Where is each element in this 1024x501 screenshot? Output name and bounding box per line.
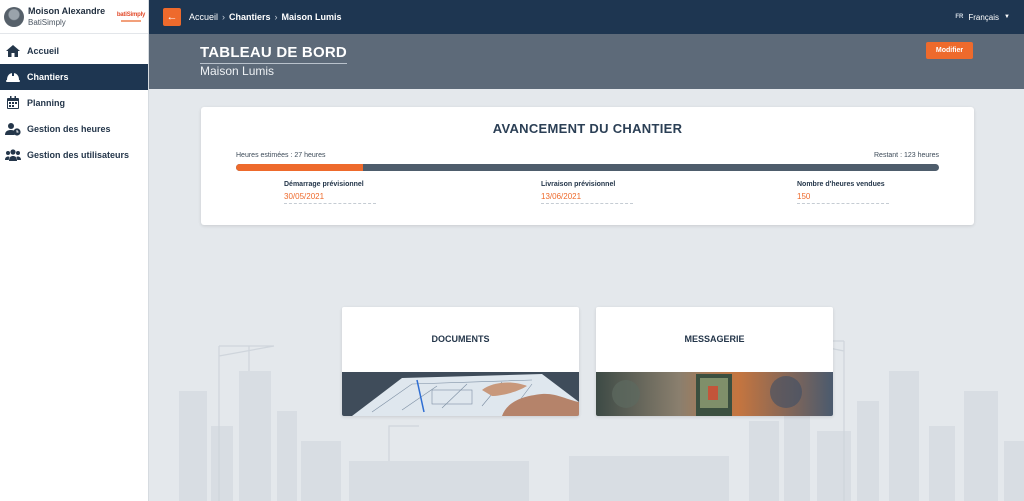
messagerie-card-title: MESSAGERIE <box>684 334 745 344</box>
home-icon <box>4 44 22 58</box>
language-label: Français <box>968 12 1000 22</box>
sidebar-item-label: Gestion des heures <box>27 124 111 134</box>
breadcrumb-chantiers[interactable]: Chantiers <box>229 12 271 22</box>
sidebar-item-gestion-heures[interactable]: Gestion des heures <box>0 116 148 142</box>
field-label: Livraison prévisionnel <box>541 181 616 188</box>
page-title: TABLEAU DE BORD <box>200 44 347 64</box>
sidebar-item-gestion-utilisateurs[interactable]: Gestion des utilisateurs <box>0 142 148 168</box>
field-value: 30/05/2021 <box>284 192 376 204</box>
field-value: 13/06/2021 <box>541 192 633 204</box>
breadcrumb-current: Maison Lumis <box>281 12 342 22</box>
progress-bar-fill <box>236 164 363 171</box>
remaining-hours: Restant : 123 heures <box>874 152 939 159</box>
estimated-hours: Heures estimées : 27 heures <box>236 152 326 159</box>
documents-card[interactable]: DOCUMENTS <box>342 307 579 416</box>
messagerie-card[interactable]: MESSAGERIE <box>596 307 833 416</box>
user-clock-icon <box>4 122 22 136</box>
sidebar: Moison Alexandre BatiSimply batiSimply A… <box>0 0 149 501</box>
arrow-left-icon: ← <box>166 11 178 23</box>
sidebar-item-planning[interactable]: Planning <box>0 90 148 116</box>
back-button[interactable]: ← <box>163 8 181 26</box>
blueprint-photo <box>342 372 579 416</box>
sidebar-item-label: Planning <box>27 98 65 108</box>
field-label: Nombre d'heures vendues <box>797 181 885 188</box>
hard-hat-icon <box>4 70 22 84</box>
chevron-right-icon: › <box>222 12 226 22</box>
sidebar-item-label: Gestion des utilisateurs <box>27 150 130 160</box>
language-selector[interactable]: FR Français ▼ <box>955 13 1010 22</box>
progress-bar <box>236 164 939 171</box>
field-start-date: Démarrage prévisionnel 30/05/2021 <box>284 181 376 204</box>
topbar: ← Accueil › Chantiers › Maison Lumis FR … <box>149 0 1024 34</box>
user-profile[interactable]: Moison Alexandre BatiSimply batiSimply <box>0 0 148 34</box>
progress-card: AVANCEMENT DU CHANTIER Heures estimées :… <box>201 107 974 225</box>
page-subtitle: Maison Lumis <box>200 64 275 78</box>
chevron-right-icon: › <box>274 12 278 22</box>
sidebar-item-accueil[interactable]: Accueil <box>0 38 148 64</box>
field-value: 150 <box>797 192 889 204</box>
language-code: FR <box>955 14 964 20</box>
field-label: Démarrage prévisionnel <box>284 181 364 188</box>
user-company: BatiSimply <box>28 17 66 27</box>
calendar-icon <box>4 96 22 110</box>
sidebar-item-label: Chantiers <box>27 72 69 82</box>
messaging-photo <box>596 372 833 416</box>
caret-down-icon: ▼ <box>1004 14 1010 20</box>
user-name: Moison Alexandre <box>28 5 106 16</box>
sidebar-item-chantiers[interactable]: Chantiers <box>0 64 148 90</box>
company-logo: batiSimply <box>116 5 146 29</box>
progress-title: AVANCEMENT DU CHANTIER <box>492 121 683 136</box>
page-header: TABLEAU DE BORD Maison Lumis Modifier <box>149 34 1024 89</box>
company-logo-text: batiSimply <box>116 11 146 18</box>
user-info: Moison Alexandre BatiSimply <box>28 6 105 28</box>
sidebar-item-label: Accueil <box>27 46 60 56</box>
field-delivery-date: Livraison prévisionnel 13/06/2021 <box>541 181 633 204</box>
breadcrumb-accueil[interactable]: Accueil <box>189 12 218 22</box>
skyline-illustration <box>149 331 1024 501</box>
users-icon <box>4 148 22 162</box>
breadcrumb: Accueil › Chantiers › Maison Lumis <box>189 12 342 22</box>
documents-card-title: DOCUMENTS <box>431 334 490 344</box>
field-sold-hours: Nombre d'heures vendues 150 <box>797 181 889 204</box>
sidebar-nav: Accueil Chantiers Planning Gestion des h… <box>0 38 148 168</box>
avatar[interactable] <box>4 6 24 27</box>
modify-button[interactable]: Modifier <box>926 42 973 59</box>
